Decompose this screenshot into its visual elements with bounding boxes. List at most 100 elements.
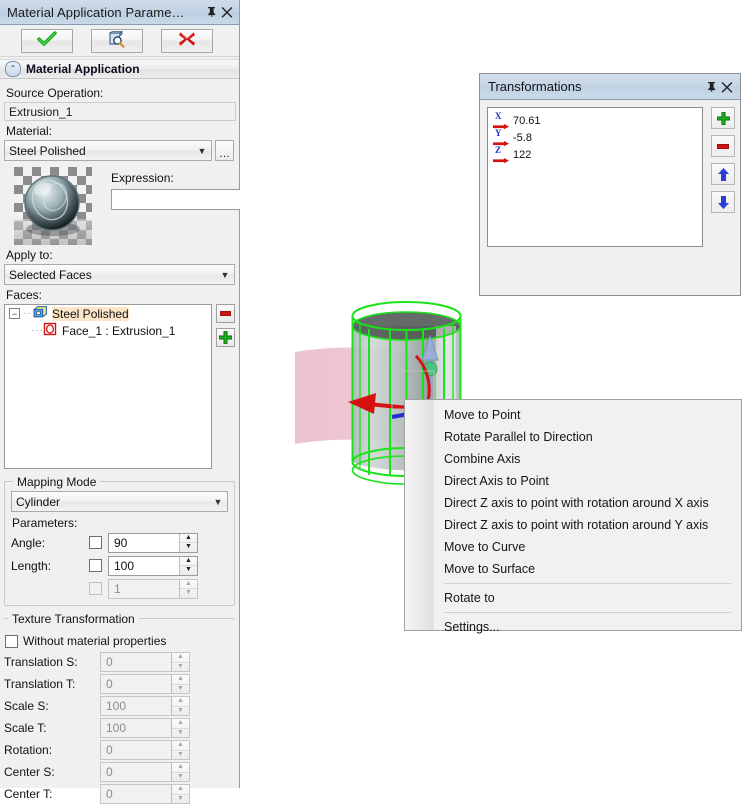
- menu-item-rotate-to[interactable]: Rotate to: [405, 587, 741, 609]
- list-item[interactable]: Z 122: [493, 145, 702, 163]
- tree-expander-icon[interactable]: −: [9, 308, 20, 319]
- context-menu-list: Move to Point Rotate Parallel to Directi…: [405, 400, 741, 638]
- pin-icon[interactable]: [203, 3, 219, 21]
- source-operation-field: Extrusion_1: [4, 102, 236, 121]
- scale-t-value: 100: [106, 721, 127, 735]
- remove-transformation-button[interactable]: [711, 135, 735, 157]
- red-x-icon: [178, 31, 196, 50]
- material-application-panel: Material Application Parame… ⌃ Material …: [0, 0, 247, 804]
- red-minus-icon: [717, 143, 729, 149]
- double-chevron-up-icon: ⌃: [5, 61, 21, 77]
- transformations-titlebar: Transformations: [480, 74, 740, 100]
- translation-s-label: Translation S:: [4, 655, 78, 669]
- mapping-mode-title: Mapping Mode: [13, 475, 101, 489]
- material-browse-button[interactable]: …: [215, 140, 234, 161]
- material-select[interactable]: Steel Polished ▼: [4, 140, 212, 161]
- texture-row: Translation T: 0 ▲ ▼: [4, 673, 235, 695]
- list-item[interactable]: Y -5.8: [493, 128, 702, 146]
- center-s-value: 0: [106, 765, 113, 779]
- menu-item-direct-z-axis-rotation-y[interactable]: Direct Z axis to point with rotation aro…: [405, 514, 741, 536]
- center-s-stepper: 0 ▲ ▼: [100, 762, 190, 782]
- scale-s-value: 100: [106, 699, 127, 713]
- x-axis-icon: X: [493, 111, 511, 129]
- length-checkbox[interactable]: [89, 559, 102, 572]
- spin-down-icon: ▼: [177, 794, 184, 802]
- menu-item-direct-axis-to-point[interactable]: Direct Axis to Point: [405, 470, 741, 492]
- length-label: Length:: [11, 558, 52, 573]
- preview-button[interactable]: [91, 28, 143, 53]
- texture-row: Translation S: 0 ▲ ▼: [4, 651, 235, 673]
- menu-item-settings[interactable]: Settings...: [405, 616, 741, 638]
- without-material-properties-checkbox[interactable]: [5, 634, 18, 648]
- move-up-button[interactable]: [711, 163, 735, 185]
- spin-down-icon: ▼: [177, 728, 184, 736]
- tree-row[interactable]: ··· Face_1 : Extrusion_1: [5, 322, 211, 339]
- menu-item-move-to-point[interactable]: Move to Point: [405, 404, 741, 426]
- add-transformation-button[interactable]: [711, 107, 735, 129]
- menu-item-combine-axis[interactable]: Combine Axis: [405, 448, 741, 470]
- remove-face-button[interactable]: [216, 304, 235, 323]
- spin-up-icon: ▲: [180, 580, 197, 589]
- transformation-value: 70.61: [513, 114, 541, 127]
- rotation-value: 0: [106, 743, 113, 757]
- menu-item-move-to-curve[interactable]: Move to Curve: [405, 536, 741, 558]
- length-spin-buttons[interactable]: ▲ ▼: [179, 556, 197, 575]
- transformations-list[interactable]: X 70.61 Y -5.8 Z 122: [487, 107, 703, 247]
- spin-up-icon: ▲: [172, 653, 189, 663]
- spin-up-icon: ▲: [172, 763, 189, 773]
- spin-up-icon: ▲: [172, 697, 189, 707]
- panel-toolbar: [0, 25, 239, 57]
- menu-separator: [444, 583, 731, 584]
- spin-down-icon[interactable]: ▼: [180, 566, 197, 575]
- chevron-down-icon: ▼: [213, 496, 223, 507]
- angle-value: 90: [114, 535, 128, 550]
- list-item[interactable]: X 70.61: [493, 111, 702, 129]
- mapping-param-angle: Angle: 90 ▲ ▼: [11, 532, 228, 553]
- material-select-value: Steel Polished: [9, 143, 86, 158]
- mapping-mode-select[interactable]: Cylinder ▼: [11, 491, 228, 512]
- transformation-value: 122: [513, 148, 532, 161]
- tree-item-label: Steel Polished: [52, 306, 129, 321]
- tree-connector: ··: [23, 308, 32, 319]
- faces-tree[interactable]: − ·· Steel Polished ··· Face_1: Extrusi…: [4, 304, 212, 469]
- move-down-button[interactable]: [711, 191, 735, 213]
- scale-t-label: Scale T:: [4, 721, 47, 735]
- apply-to-value: Selected Faces: [9, 267, 92, 282]
- close-icon[interactable]: [219, 3, 235, 21]
- angle-spin-buttons[interactable]: ▲ ▼: [179, 533, 197, 552]
- apply-button[interactable]: [21, 28, 73, 53]
- length-stepper[interactable]: 100 ▲ ▼: [108, 555, 198, 576]
- material-preview-thumbnail: [14, 167, 92, 245]
- apply-to-select[interactable]: Selected Faces ▼: [4, 264, 235, 285]
- pin-icon[interactable]: [703, 78, 719, 96]
- third-stepper: 1 ▲ ▼: [108, 578, 198, 599]
- mapping-param-length: Length: 100 ▲ ▼: [11, 555, 228, 576]
- without-material-properties-row[interactable]: Without material properties: [5, 632, 235, 650]
- close-icon[interactable]: [719, 78, 735, 96]
- translation-t-stepper: 0 ▲ ▼: [100, 674, 190, 694]
- translation-s-value: 0: [106, 655, 113, 669]
- spin-down-icon[interactable]: ▼: [180, 543, 197, 552]
- third-checkbox: [89, 582, 102, 595]
- section-label: Material Application: [26, 62, 140, 76]
- menu-item-rotate-parallel-to-direction[interactable]: Rotate Parallel to Direction: [405, 426, 741, 448]
- angle-stepper[interactable]: 90 ▲ ▼: [108, 532, 198, 553]
- chevron-down-icon: ▼: [197, 145, 207, 156]
- cancel-button[interactable]: [161, 28, 213, 53]
- spin-up-icon[interactable]: ▲: [180, 534, 197, 543]
- transformation-value: -5.8: [513, 131, 532, 144]
- add-face-button[interactable]: [216, 328, 235, 347]
- texture-transformation-group: Texture Transformation Without material …: [4, 612, 235, 805]
- preview-magnifier-icon: [107, 30, 127, 51]
- transformations-title: Transformations: [488, 79, 582, 94]
- material-label: Material:: [6, 124, 53, 138]
- source-operation-label: Source Operation:: [6, 86, 104, 100]
- menu-item-move-to-surface[interactable]: Move to Surface: [405, 558, 741, 580]
- expression-input[interactable]: [111, 189, 247, 210]
- context-menu[interactable]: Move to Point Rotate Parallel to Directi…: [404, 399, 742, 634]
- angle-checkbox[interactable]: [89, 536, 102, 549]
- material-application-section-header[interactable]: ⌃ Material Application: [0, 59, 239, 79]
- menu-item-direct-z-axis-rotation-x[interactable]: Direct Z axis to point with rotation aro…: [405, 492, 741, 514]
- spin-up-icon[interactable]: ▲: [180, 557, 197, 566]
- tree-row[interactable]: − ·· Steel Polished: [5, 305, 211, 322]
